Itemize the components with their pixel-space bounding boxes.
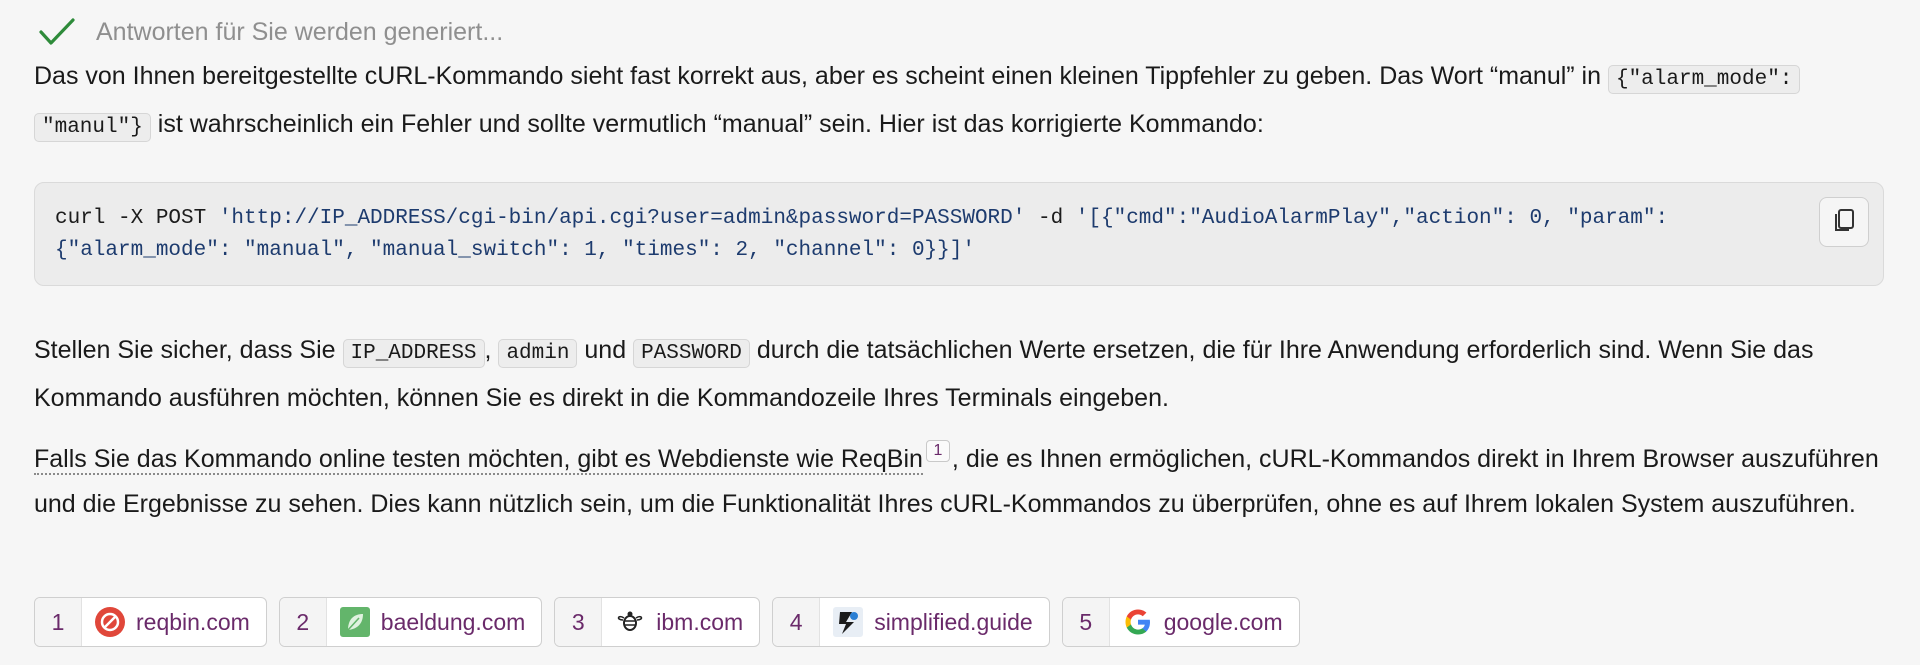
code-json-line1: '[{"cmd":"AudioAlarmPlay","action": 0, "… [1075,207,1669,230]
source-number: 5 [1062,598,1110,646]
simplified-guide-icon [832,606,864,638]
code-url: 'http://IP_ADDRESS/cgi-bin/api.cgi?user=… [218,207,1026,230]
source-card-simplified-guide[interactable]: 4 simplified.guide [772,597,1050,647]
source-domain: simplified.guide [874,608,1033,635]
status-text: Antworten für Sie werden generiert... [96,17,504,46]
source-number: 3 [555,598,603,646]
source-domain: ibm.com [656,608,744,635]
code-block[interactable]: curl -X POST 'http://IP_ADDRESS/cgi-bin/… [34,182,1884,286]
inline-code-ip-address: IP_ADDRESS [342,339,485,368]
citation-1[interactable]: 1 [925,440,950,462]
checkmark-icon [38,15,76,49]
source-card-ibm[interactable]: 3 ibm.com [554,597,761,647]
copy-icon [1830,206,1858,239]
source-card-google[interactable]: 5 google.com [1061,597,1300,647]
instructions-text-1: Stellen Sie sicher, dass Sie [34,336,343,364]
copy-button[interactable] [1819,197,1869,247]
online-test-paragraph: Falls Sie das Kommando online testen möc… [34,437,1894,527]
source-domain: reqbin.com [136,608,250,635]
source-number: 2 [279,598,327,646]
source-card-reqbin[interactable]: 1 reqbin.com [34,597,267,647]
inline-code-password: PASSWORD [633,339,750,368]
intro-text: Das von Ihnen bereitgestellte cURL-Komma… [34,62,1608,90]
source-card-baeldung[interactable]: 2 baeldung.com [278,597,543,647]
sources-list: 1 reqbin.com 2 baeldung.com 3 ibm.com 4 … [34,597,1300,647]
code-json-line2: {"alarm_mode": "manual", "manual_switch"… [55,239,975,262]
code-cmd: curl -X POST [55,207,219,230]
instructions-text-3: und [577,336,634,364]
intro-paragraph: Das von Ihnen bereitgestellte cURL-Komma… [34,54,1894,150]
source-number: 1 [35,598,82,646]
code-content[interactable]: curl -X POST 'http://IP_ADDRESS/cgi-bin/… [55,203,1668,267]
inline-code-manul: "manul"} [34,113,151,142]
status-bar: Antworten für Sie werden generiert... [38,12,503,52]
baeldung-icon [339,606,371,638]
code-flag: -d [1025,207,1076,230]
source-domain: baeldung.com [380,608,526,635]
instructions-text-2: , [484,336,499,364]
ibm-icon [614,606,646,638]
intro-text-end: ist wahrscheinlich ein Fehler und sollte… [150,110,1264,138]
source-domain: google.com [1163,608,1283,635]
reqbin-icon [94,606,126,638]
chat-answer: Antworten für Sie werden generiert... Da… [0,0,1920,665]
instructions-paragraph: Stellen Sie sicher, dass Sie IP_ADDRESS,… [34,328,1894,421]
inline-code-alarm-mode: {"alarm_mode": [1607,65,1801,94]
reqbin-link[interactable]: Falls Sie das Kommando online testen möc… [34,445,923,475]
inline-code-admin: admin [498,339,578,368]
google-icon [1122,606,1154,638]
source-number: 4 [773,598,821,646]
